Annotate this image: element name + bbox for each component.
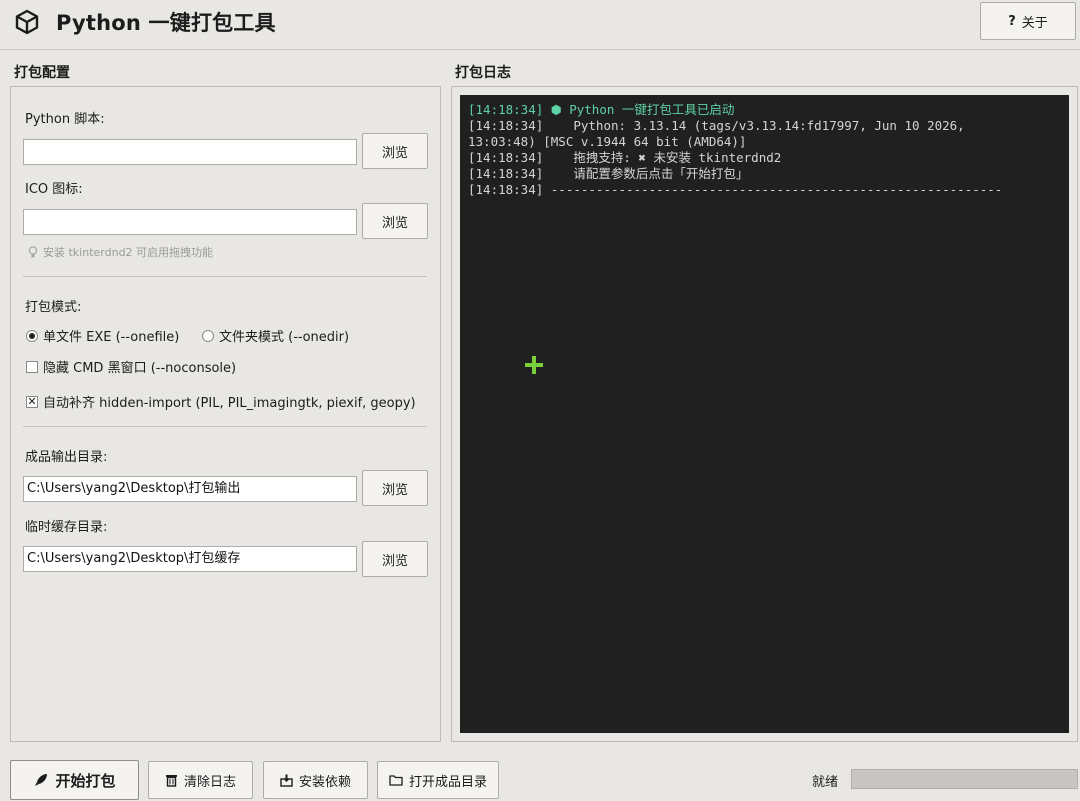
checked-x-icon: ✕ [26, 394, 38, 408]
crosshair-cursor-icon [525, 356, 543, 374]
output-dir-input[interactable]: C:\Users\yang2\Desktop\打包输出 [23, 476, 357, 502]
question-icon: ? [1008, 13, 1016, 29]
dnd-hint-text: 安装 tkinterdnd2 可启用拖拽功能 [43, 246, 214, 259]
browse-output-button[interactable]: 浏览 [362, 470, 428, 506]
icon-path-input[interactable] [23, 209, 357, 235]
script-label: Python 脚本: [25, 112, 105, 127]
divider [23, 276, 427, 277]
log-line: [14:18:34] 拖拽支持: ✖ 未安装 tkinterdnd2 [468, 150, 782, 165]
lightbulb-icon [28, 245, 38, 257]
install-deps-button[interactable]: 安装依赖 [263, 761, 368, 799]
progress-bar [851, 769, 1078, 789]
browse-icon-button[interactable]: 浏览 [362, 203, 428, 239]
start-build-label: 开始打包 [55, 771, 116, 790]
about-button[interactable]: ? 关于 [980, 2, 1076, 40]
radio-dot [26, 329, 38, 342]
trash-icon [165, 775, 177, 787]
rocket-icon [35, 774, 48, 786]
app-title: Python 一键打包工具 [56, 11, 276, 35]
open-output-label: 打开成品目录 [408, 774, 487, 790]
log-line: [14:18:34] ⬢ Python 一键打包工具已启动 [468, 102, 735, 117]
log-textarea[interactable]: [14:18:34] ⬢ Python 一键打包工具已启动 [14:18:34]… [460, 95, 1069, 733]
hidden-import-label: 自动补齐 hidden-import (PIL, PIL_imagingtk, … [43, 396, 416, 411]
hidden-import-checkbox[interactable]: ✕ 自动补齐 hidden-import (PIL, PIL_imagingtk… [26, 392, 416, 411]
clear-log-button[interactable]: 清除日志 [148, 761, 253, 799]
install-icon [280, 774, 293, 787]
start-build-button[interactable]: 开始打包 [10, 760, 139, 800]
log-line: [14:18:34] -----------------------------… [468, 182, 1003, 197]
mode-onedir-label: 文件夹模式 (--onedir) [219, 330, 350, 345]
noconsole-label: 隐藏 CMD 黑窗口 (--noconsole) [43, 361, 237, 376]
output-dir-label: 成品输出目录: [25, 450, 108, 465]
divider [23, 426, 427, 427]
browse-temp-button[interactable]: 浏览 [362, 541, 428, 577]
open-output-folder-button[interactable]: 打开成品目录 [377, 761, 499, 799]
script-path-input[interactable] [23, 139, 357, 165]
log-line: [14:18:34] 请配置参数后点击「开始打包」 [468, 166, 749, 181]
install-deps-label: 安装依赖 [298, 774, 351, 790]
folder-icon [389, 775, 403, 786]
icon-label: ICO 图标: [25, 182, 83, 197]
log-line: [14:18:34] Python: 3.13.14 (tags/v3.13.1… [468, 118, 965, 133]
package-cube-icon [15, 9, 39, 35]
config-section-title: 打包配置 [14, 65, 70, 81]
clear-log-label: 清除日志 [183, 774, 236, 790]
status-text: 就绪 [812, 775, 839, 790]
checkbox-box [26, 360, 38, 373]
radio-dot [202, 329, 214, 342]
mode-onefile-radio[interactable]: 单文件 EXE (--onefile) [26, 326, 179, 345]
log-section-title: 打包日志 [455, 65, 511, 81]
browse-script-button[interactable]: 浏览 [362, 133, 428, 169]
noconsole-checkbox[interactable]: 隐藏 CMD 黑窗口 (--noconsole) [26, 357, 236, 376]
temp-dir-input[interactable]: C:\Users\yang2\Desktop\打包缓存 [23, 546, 357, 572]
dnd-hint: 安装 tkinterdnd2 可启用拖拽功能 [28, 244, 213, 260]
about-button-label: 关于 [1021, 15, 1048, 31]
mode-onefile-label: 单文件 EXE (--onefile) [43, 330, 180, 345]
mode-label: 打包模式: [25, 300, 82, 315]
temp-dir-label: 临时缓存目录: [25, 520, 108, 535]
log-line: 13:03:48) [MSC v.1944 64 bit (AMD64)] [468, 134, 747, 149]
mode-onedir-radio[interactable]: 文件夹模式 (--onedir) [202, 326, 349, 345]
